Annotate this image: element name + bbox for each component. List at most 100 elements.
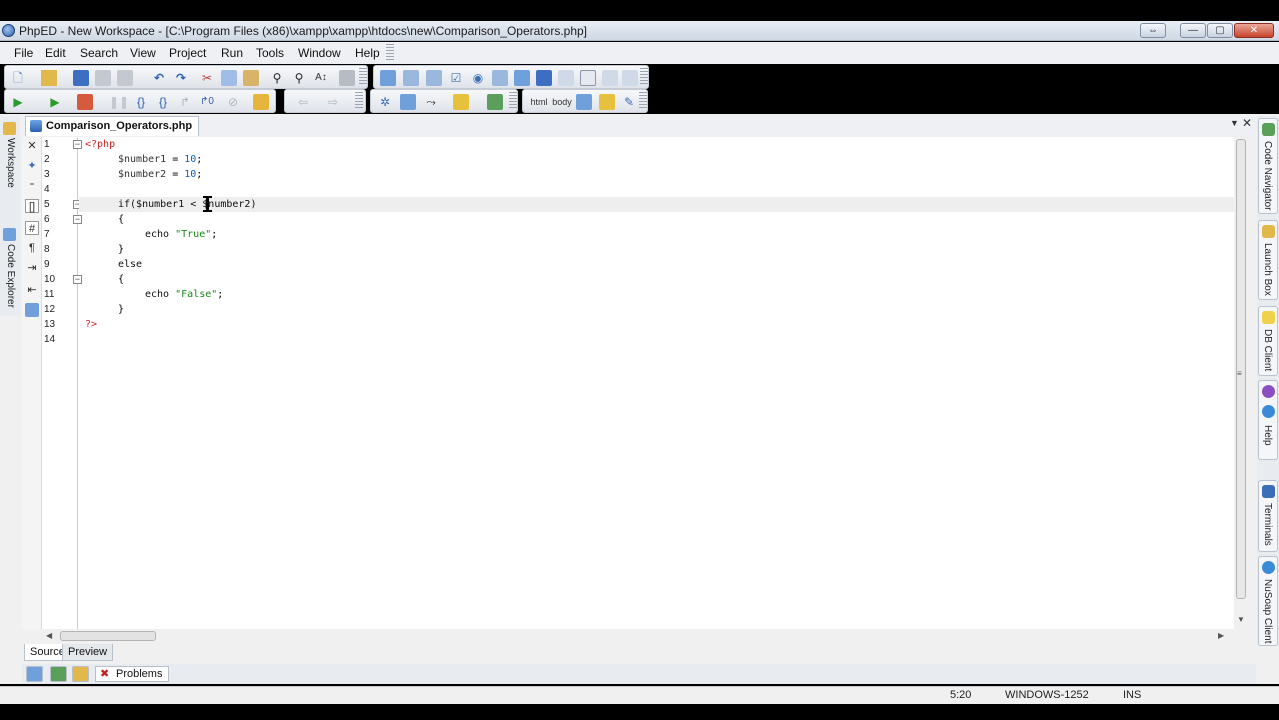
horizontal-scroll-thumb[interactable]: [60, 631, 156, 641]
step-over-icon[interactable]: {}: [155, 94, 171, 110]
form-icon[interactable]: [380, 70, 396, 86]
resize-button[interactable]: ⇔: [1140, 23, 1166, 38]
tab-close-icon[interactable]: ✕: [1242, 116, 1252, 130]
format-icon[interactable]: ⤳: [423, 94, 439, 110]
scroll-down-icon[interactable]: ▼: [1237, 615, 1245, 624]
code-explorer-icon[interactable]: [3, 228, 16, 241]
toolbar-grip[interactable]: [640, 68, 648, 86]
code-area[interactable]: <?php $number1 = 10; $number2 = 10; if($…: [79, 137, 1234, 629]
back-icon[interactable]: ⇦: [295, 94, 311, 110]
pause-icon[interactable]: ❚❚: [109, 94, 129, 110]
css-icon[interactable]: [576, 94, 592, 110]
open-file-icon[interactable]: [41, 70, 57, 86]
run-icon[interactable]: ▶: [10, 94, 26, 110]
menu-file[interactable]: File: [14, 46, 33, 60]
scroll-right-icon[interactable]: ▶: [1218, 631, 1224, 640]
toolbar-grip[interactable]: [509, 92, 517, 110]
scroll-left-icon[interactable]: ◀: [46, 631, 52, 640]
step-out-icon[interactable]: ↱: [177, 94, 193, 110]
replace-icon[interactable]: A↕: [313, 70, 329, 86]
undo-icon[interactable]: ↶: [151, 70, 167, 86]
snippet-icon[interactable]: [487, 94, 503, 110]
tab-list-dropdown-icon[interactable]: ▼: [1230, 118, 1239, 128]
close-button[interactable]: ✕: [1234, 23, 1274, 38]
textarea-widget-icon[interactable]: [514, 70, 530, 86]
db-client-tab[interactable]: DB Client: [1258, 306, 1278, 376]
cut-icon[interactable]: ✂: [199, 70, 215, 86]
problems-tab[interactable]: ✖ Problems: [95, 666, 170, 682]
nusoap-client-tab[interactable]: NuSoap Client: [1258, 556, 1278, 646]
toggle-comment-icon[interactable]: #: [25, 221, 39, 235]
menu-help[interactable]: Help: [355, 46, 380, 60]
find-next-icon[interactable]: ⚲: [291, 70, 307, 86]
menu-run[interactable]: Run: [221, 46, 243, 60]
toolbar-grip[interactable]: [359, 68, 367, 86]
indent-icon[interactable]: ⇥: [25, 261, 39, 275]
pin-icon[interactable]: ✦: [25, 159, 39, 173]
hidden-widget-icon[interactable]: [622, 70, 638, 86]
run-debug-icon[interactable]: ▶: [47, 94, 63, 110]
vertical-scrollbar[interactable]: ≡ ▼: [1234, 137, 1248, 629]
input-widget-icon[interactable]: [558, 70, 574, 86]
maximize-button[interactable]: ▢: [1207, 23, 1233, 38]
code-explorer-tab[interactable]: Code Explorer: [1, 244, 19, 308]
highlight-icon[interactable]: [453, 94, 469, 110]
workspace-icon[interactable]: [3, 122, 16, 135]
stop-icon[interactable]: ⊘: [225, 94, 241, 110]
select-widget-icon[interactable]: [536, 70, 552, 86]
redo-icon[interactable]: ↷: [173, 70, 189, 86]
help-tab[interactable]: Help: [1258, 380, 1278, 460]
run-browser-icon[interactable]: [77, 94, 93, 110]
menu-grip[interactable]: [386, 44, 394, 62]
minimize-button[interactable]: —: [1180, 23, 1206, 38]
field-widget-icon[interactable]: [580, 70, 596, 86]
image-widget-icon[interactable]: [602, 70, 618, 86]
document-icon[interactable]: [400, 94, 416, 110]
launch-box-tab[interactable]: Launch Box: [1258, 220, 1278, 300]
grid-widget-icon[interactable]: [426, 70, 442, 86]
run-to-cursor-icon[interactable]: ↱0: [199, 94, 215, 110]
image-icon[interactable]: [599, 94, 615, 110]
find-icon[interactable]: ⚲: [269, 70, 285, 86]
terminals-tab[interactable]: Terminals: [1258, 480, 1278, 552]
toolbar-grip[interactable]: [355, 92, 363, 110]
checkbox-widget-icon[interactable]: ☑: [448, 70, 464, 86]
body-tag-button[interactable]: body: [552, 94, 572, 110]
horizontal-scrollbar[interactable]: ◀ ▶: [42, 629, 1234, 643]
print-icon[interactable]: [117, 70, 133, 86]
html-tag-button[interactable]: html: [529, 94, 549, 110]
forward-icon[interactable]: ⇨: [325, 94, 341, 110]
workspace-tab[interactable]: Workspace: [1, 138, 19, 188]
toggle-brackets-icon[interactable]: []: [25, 199, 39, 213]
menu-search[interactable]: Search: [80, 46, 118, 60]
tools-icon[interactable]: ✲: [377, 94, 393, 110]
save-all-icon[interactable]: [95, 70, 111, 86]
new-file-icon[interactable]: 🗋: [10, 70, 26, 86]
preview-tab[interactable]: Preview: [62, 644, 114, 661]
editor-tab-comparison-operators[interactable]: Comparison_Operators.php: [25, 116, 200, 136]
menu-edit[interactable]: Edit: [45, 46, 66, 60]
save-icon[interactable]: [73, 70, 89, 86]
textbox-widget-icon[interactable]: [492, 70, 508, 86]
paragraph-icon[interactable]: ¶: [25, 241, 39, 255]
color-picker-icon[interactable]: ✎: [621, 94, 637, 110]
radio-widget-icon[interactable]: ◉: [470, 70, 486, 86]
menu-project[interactable]: Project: [169, 46, 206, 60]
copy-icon[interactable]: [221, 70, 237, 86]
code-navigator-tab[interactable]: Code Navigator: [1258, 118, 1278, 214]
toolbar-grip[interactable]: [639, 92, 647, 110]
outdent-icon[interactable]: ⇤: [25, 283, 39, 297]
goto-icon[interactable]: [339, 70, 355, 86]
menu-window[interactable]: Window: [298, 46, 341, 60]
step-into-icon[interactable]: {}: [133, 94, 149, 110]
bookmark-icon[interactable]: ⁼: [25, 179, 39, 193]
close-x-icon[interactable]: ✕: [25, 139, 39, 153]
button-widget-icon[interactable]: [403, 70, 419, 86]
breakpoint-icon[interactable]: [253, 94, 269, 110]
paste-icon[interactable]: [243, 70, 259, 86]
menu-tools[interactable]: Tools: [256, 46, 284, 60]
menu-view[interactable]: View: [130, 46, 156, 60]
todo-icon[interactable]: [72, 666, 89, 682]
snippets-icon[interactable]: [25, 303, 39, 317]
encoding-indicator[interactable]: WINDOWS-1252: [1005, 689, 1089, 701]
